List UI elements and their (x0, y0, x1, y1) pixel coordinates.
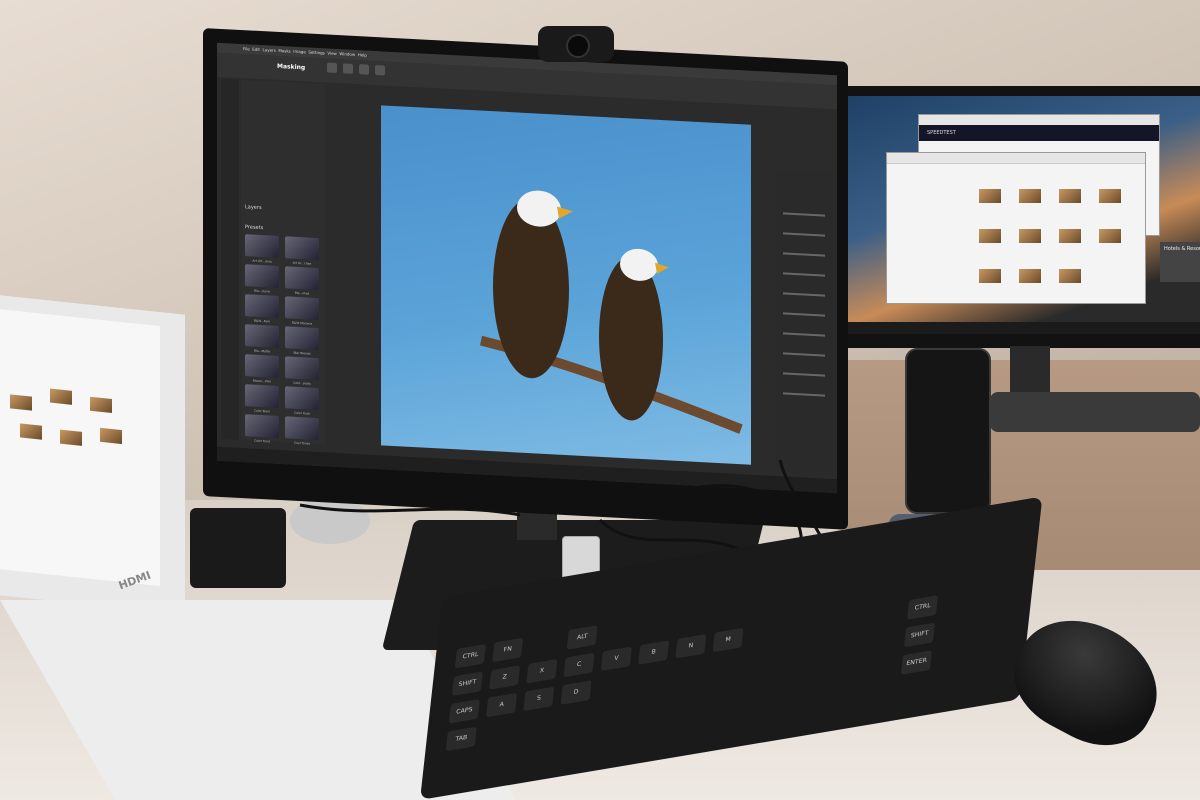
key[interactable]: ALT (566, 625, 598, 650)
key[interactable]: S (523, 686, 555, 712)
key[interactable]: CAPS (448, 699, 480, 724)
key[interactable]: M (712, 627, 744, 653)
key[interactable]: N (675, 634, 707, 659)
cable (299, 503, 521, 517)
key[interactable]: B (638, 640, 670, 665)
key[interactable]: SHIFT (903, 622, 936, 648)
key[interactable]: X (526, 659, 558, 684)
key[interactable]: ENTER (900, 650, 933, 675)
key[interactable]: SHIFT (451, 671, 483, 697)
key[interactable]: A (485, 692, 518, 718)
key[interactable]: Z (489, 665, 521, 690)
key[interactable]: TAB (445, 726, 477, 752)
key[interactable]: V (600, 646, 632, 672)
key[interactable]: D (560, 680, 592, 705)
key[interactable]: CTRL (907, 595, 939, 620)
key[interactable]: C (563, 652, 595, 678)
key[interactable]: FN (492, 637, 524, 663)
key[interactable]: CTRL (454, 643, 486, 669)
